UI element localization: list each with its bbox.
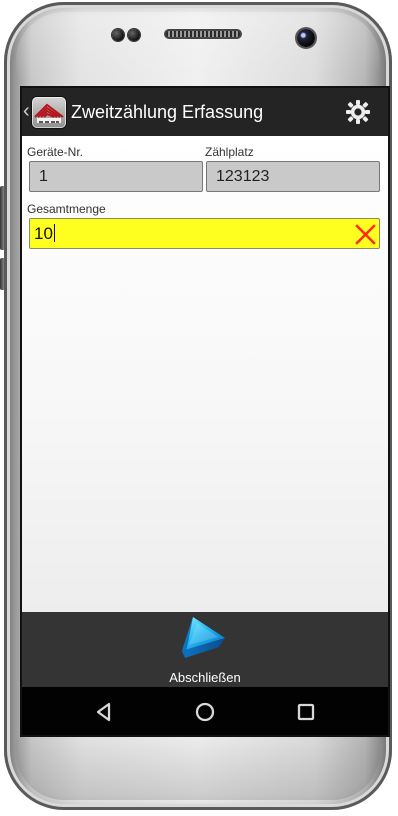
recents-square-icon[interactable]	[293, 699, 319, 725]
back-triangle-icon[interactable]	[91, 699, 117, 725]
clear-quantity-button[interactable]	[355, 224, 376, 245]
total-quantity-label: Gesamtmenge	[27, 202, 106, 216]
finish-button[interactable]: Abschließen	[161, 616, 249, 686]
recents-button[interactable]	[293, 699, 319, 725]
phone-bottom-shadow	[16, 730, 380, 800]
device-number-field: 1	[29, 161, 203, 192]
settings-button[interactable]	[345, 99, 371, 125]
phone-top-highlight	[16, 12, 380, 77]
total-quantity-input[interactable]: 10	[29, 218, 380, 249]
app-logo-svg	[34, 103, 64, 123]
counting-place-field: 123123	[206, 161, 380, 192]
home-circle-icon[interactable]	[192, 699, 218, 725]
home-button[interactable]	[192, 699, 218, 725]
phone-body: ‹ Zweitzählung Erfassung Geräte-Nr. Zähl…	[4, 2, 392, 810]
close-icon[interactable]	[355, 224, 376, 245]
counting-place-label: Zählplatz	[205, 145, 254, 159]
gear-icon[interactable]	[345, 99, 371, 125]
total-quantity-value: 10	[34, 224, 53, 243]
play-arrow-icon[interactable]	[181, 616, 231, 659]
finish-label: Abschließen	[169, 670, 241, 685]
sensor-dot-right-icon	[128, 29, 140, 41]
text-cursor	[53, 224, 55, 242]
device-number-label: Geräte-Nr.	[27, 145, 84, 159]
android-navigation-bar	[22, 687, 388, 735]
sensor-dot-left-icon	[112, 29, 124, 41]
app-logo-icon	[32, 97, 66, 128]
front-camera-icon	[297, 29, 315, 47]
earpiece-speaker	[164, 29, 242, 39]
phone-screenshot: ‹ Zweitzählung Erfassung Geräte-Nr. Zähl…	[0, 0, 398, 816]
app-bar: ‹ Zweitzählung Erfassung	[22, 88, 388, 136]
form-content: Geräte-Nr. Zählplatz 1 123123 Gesamtmeng…	[22, 136, 388, 612]
app-screen: ‹ Zweitzählung Erfassung Geräte-Nr. Zähl…	[22, 88, 388, 735]
back-button[interactable]	[91, 699, 117, 725]
page-title: Zweitzählung Erfassung	[71, 102, 264, 122]
back-chevron-icon[interactable]: ‹	[23, 101, 31, 121]
bottom-toolbar: Abschließen	[22, 612, 388, 687]
